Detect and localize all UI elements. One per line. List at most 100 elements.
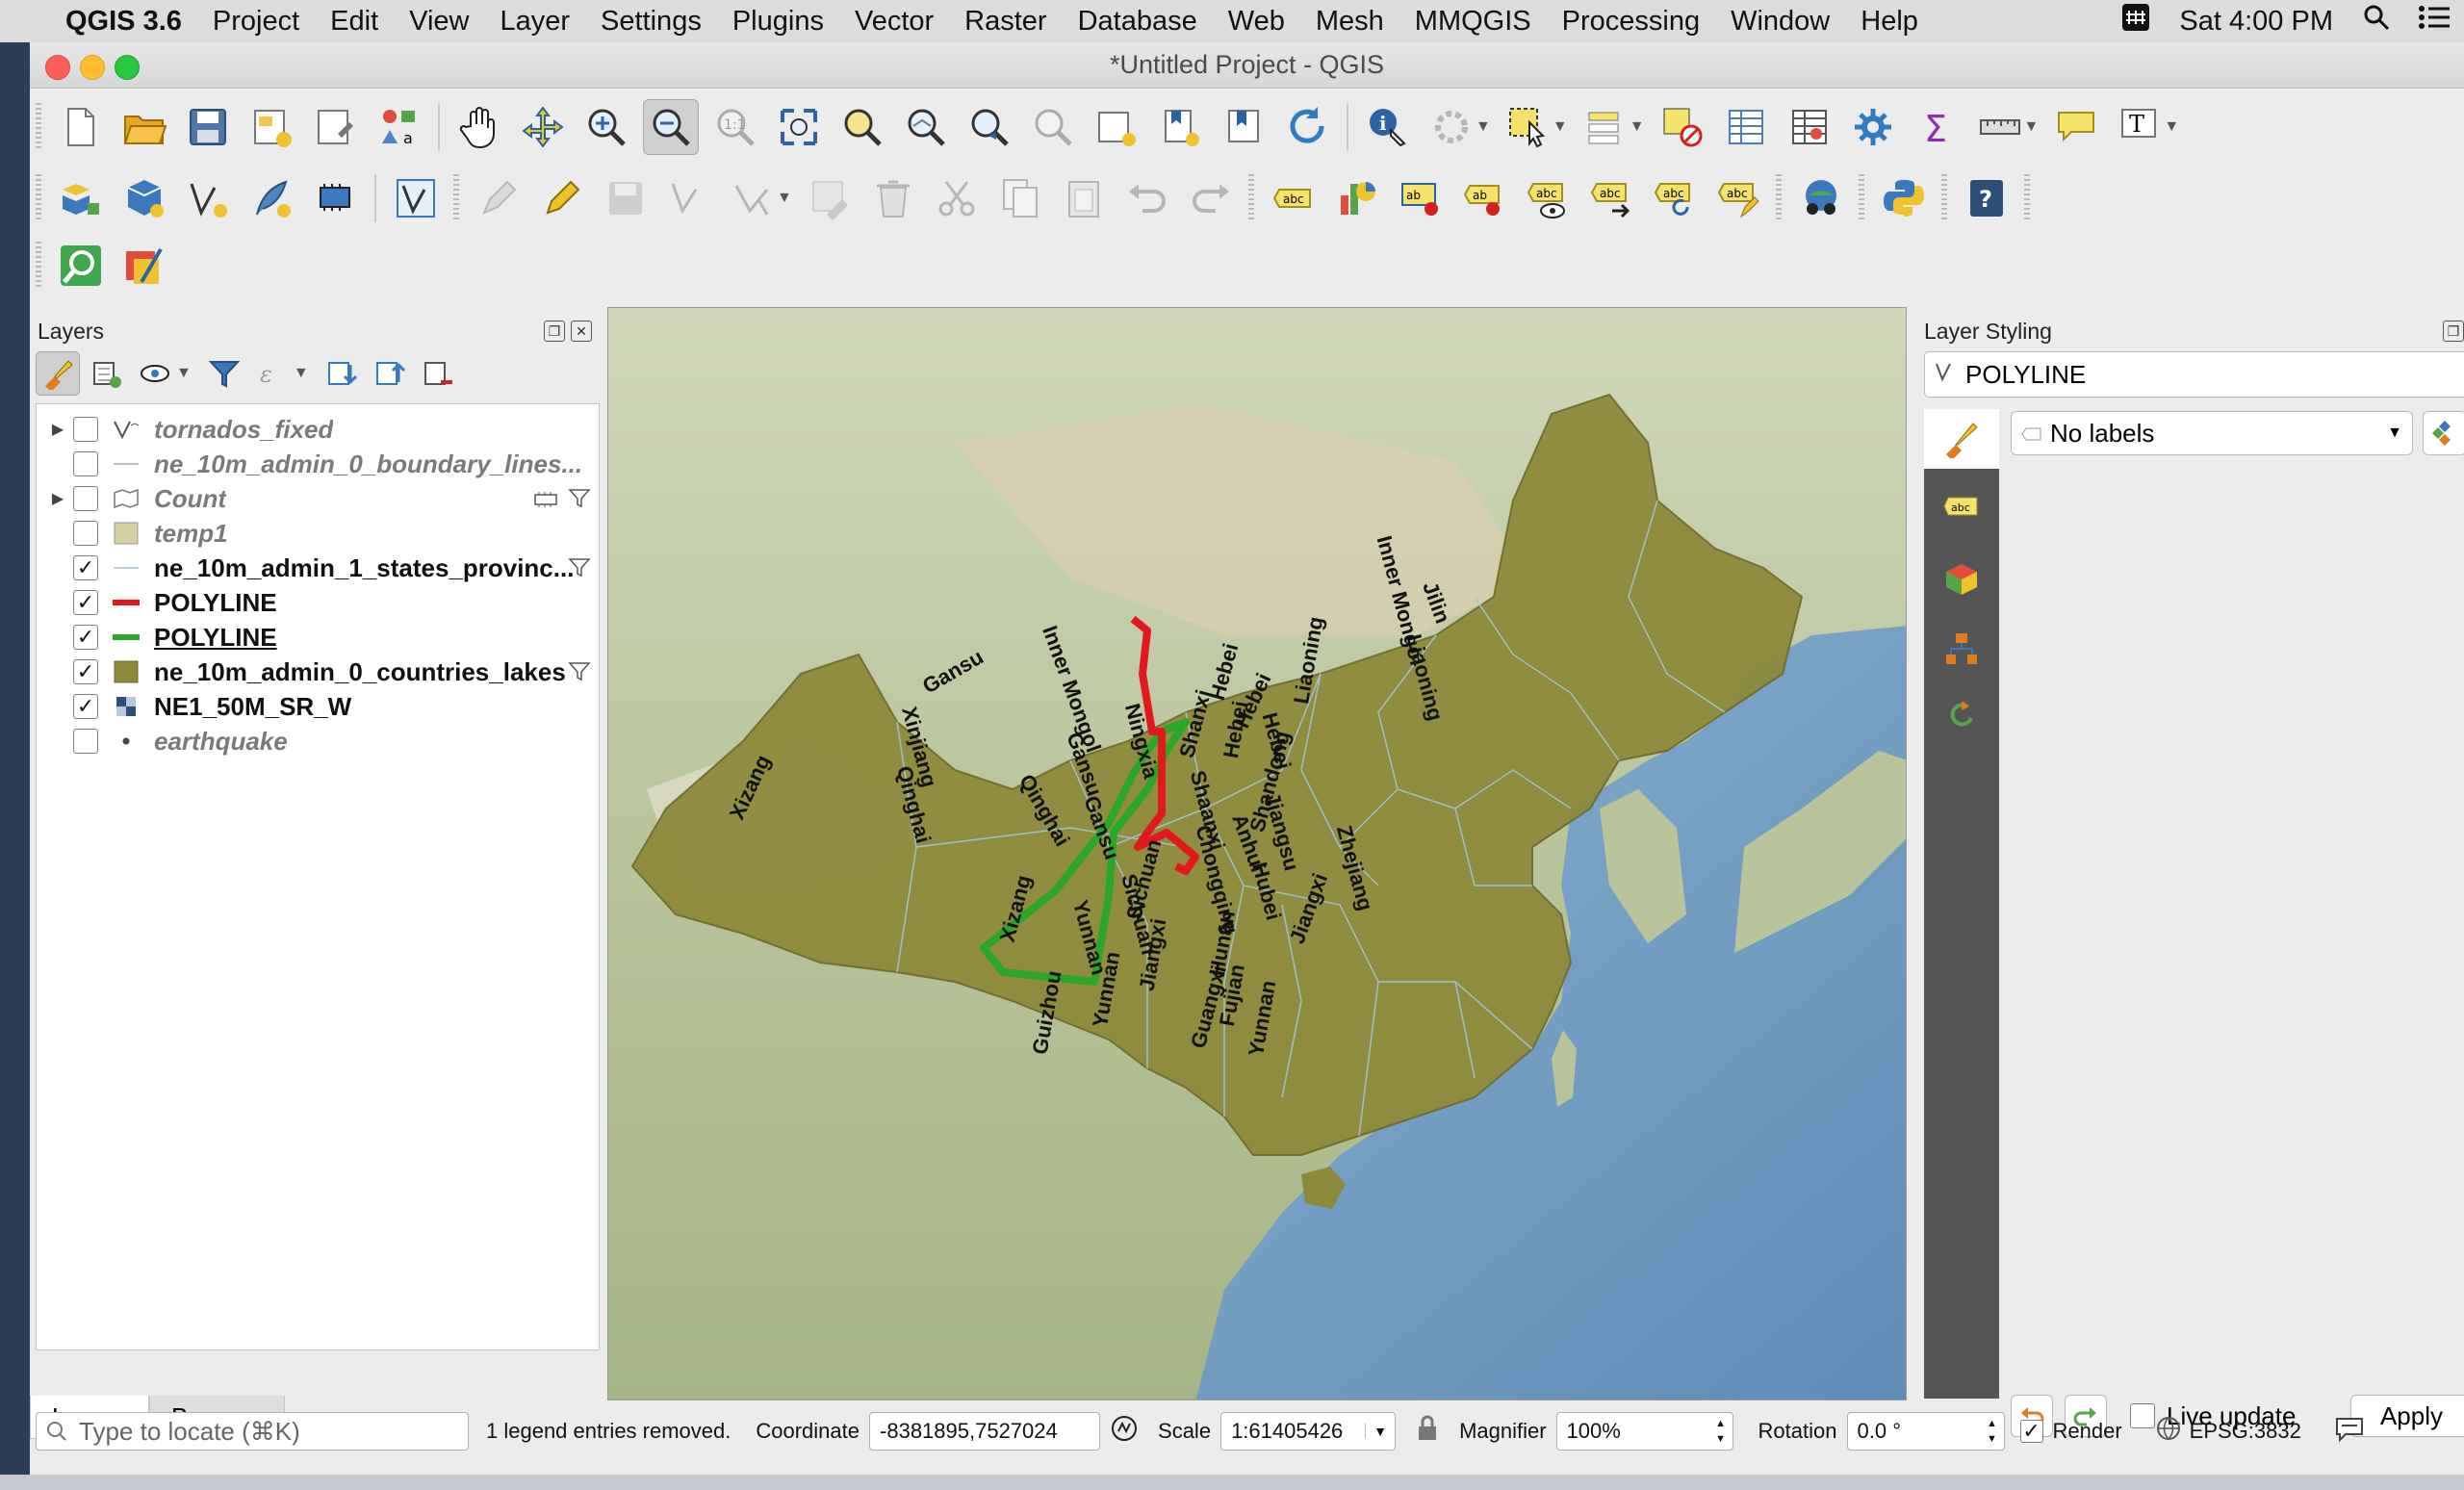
save-project-icon[interactable]	[181, 100, 235, 154]
menu-app-name[interactable]: QGIS 3.6	[50, 6, 197, 38]
zoom-to-coordinate-icon[interactable]	[54, 239, 108, 293]
zoom-in-icon[interactable]	[579, 100, 633, 154]
toolbar-grip[interactable]	[36, 103, 41, 151]
zoom-full-icon[interactable]	[772, 100, 826, 154]
copy-features-icon[interactable]	[993, 171, 1047, 225]
menu-database[interactable]: Database	[1063, 6, 1213, 38]
pin-unpin-labels-icon[interactable]: ab	[1457, 171, 1511, 225]
show-hide-labels-icon[interactable]: abc	[1521, 171, 1575, 225]
menu-edit[interactable]: Edit	[315, 6, 394, 38]
new-virtual-layer-icon[interactable]	[389, 171, 443, 225]
open-layer-styling-icon[interactable]	[36, 351, 80, 396]
layer-visibility-checkbox[interactable]: ✓	[73, 555, 98, 580]
toolbar-grip[interactable]	[36, 242, 41, 290]
refresh-icon[interactable]	[1280, 100, 1334, 154]
select-features-icon[interactable]	[1502, 100, 1555, 154]
text-annotation-icon[interactable]: T	[2113, 100, 2167, 154]
pan-map-icon[interactable]	[452, 100, 506, 154]
show-bookmarks-icon[interactable]	[1217, 100, 1270, 154]
help-contents-icon[interactable]: ?	[1960, 171, 2014, 225]
new-bookmark-icon[interactable]	[1153, 100, 1207, 154]
menu-vector[interactable]: Vector	[839, 6, 949, 38]
open-project-icon[interactable]	[117, 100, 171, 154]
messages-icon[interactable]	[2334, 1415, 2365, 1448]
toolbar-grip[interactable]	[1858, 174, 1864, 222]
layer-visibility-checkbox[interactable]: ✓	[73, 625, 98, 650]
input-method-icon[interactable]	[2108, 3, 2164, 39]
layer-visibility-checkbox[interactable]: ✓	[73, 659, 98, 684]
spinbox-arrows-icon[interactable]: ▲ ▼	[1709, 1416, 1732, 1447]
coordinate-field[interactable]: -8381895,7527024	[869, 1412, 1101, 1451]
expand-arrow-icon[interactable]: ▶	[46, 489, 69, 508]
filter-indicator-icon[interactable]	[568, 660, 591, 690]
float-panel-icon[interactable]: ❐	[544, 321, 565, 342]
close-panel-icon[interactable]: ✕	[571, 321, 592, 342]
layer-row-admin0-boundary[interactable]: ne_10m_admin_0_boundary_lines...	[37, 447, 599, 481]
filter-by-expression-icon[interactable]: ε	[251, 352, 294, 395]
scale-combo[interactable]: 1:61405426 ▼	[1220, 1412, 1397, 1451]
pan-to-selection-icon[interactable]	[516, 100, 570, 154]
filter-legend-icon[interactable]	[203, 352, 245, 395]
layer-row-polyline-red[interactable]: ✓ POLYLINE	[37, 585, 599, 620]
zoom-to-selection-icon[interactable]	[835, 100, 889, 154]
3d-view-tab-icon[interactable]	[1928, 550, 1995, 609]
new-shapefile-layer-icon[interactable]	[181, 171, 235, 225]
menu-plugins[interactable]: Plugins	[717, 6, 839, 38]
new-map-view-icon[interactable]	[1090, 100, 1143, 154]
toolbar-grip[interactable]	[36, 174, 41, 222]
magnifier-spinbox[interactable]: 100% ▲ ▼	[1555, 1412, 1733, 1451]
map-canvas[interactable]: Xizang Xinjiang Qinghai Gansu Inner Mongol Ga…	[607, 307, 1907, 1400]
menu-mesh[interactable]: Mesh	[1300, 6, 1399, 38]
locator-search-input[interactable]: Type to locate (⌘K)	[36, 1412, 469, 1451]
change-label-icon[interactable]: abc	[1711, 171, 1765, 225]
vertex-tool-icon[interactable]	[726, 171, 780, 225]
deselect-all-icon[interactable]	[1656, 100, 1709, 154]
menubar-clock[interactable]: Sat 4:00 PM	[2164, 6, 2348, 38]
history-tab-icon[interactable]	[1928, 684, 1995, 744]
layer-selector[interactable]: POLYLINE	[1924, 351, 2464, 398]
layer-visibility-checkbox[interactable]	[73, 451, 98, 476]
spotlight-search-icon[interactable]	[2348, 3, 2404, 39]
toggle-editing-icon[interactable]	[535, 171, 589, 225]
chevron-down-icon[interactable]: ▼	[2164, 118, 2179, 136]
zoom-to-layer-icon[interactable]	[899, 100, 953, 154]
new-print-layout-icon[interactable]	[244, 100, 298, 154]
save-layer-edits-icon[interactable]	[599, 171, 653, 225]
labels-mode-dropdown[interactable]: No labels ▼	[2011, 411, 2413, 455]
menu-view[interactable]: View	[394, 6, 484, 38]
attribute-table-icon[interactable]	[1719, 100, 1773, 154]
expand-all-icon[interactable]	[321, 352, 363, 395]
expression-settings-icon[interactable]	[2423, 411, 2464, 455]
chevron-down-icon[interactable]: ▼	[176, 365, 192, 382]
rendering-tab-icon[interactable]	[1928, 619, 1995, 679]
labels-tab-icon[interactable]: abc	[1928, 476, 1995, 536]
manage-map-themes-icon[interactable]	[134, 352, 176, 395]
collapse-all-icon[interactable]	[369, 352, 411, 395]
paste-features-icon[interactable]	[1057, 171, 1111, 225]
spinbox-arrows-icon[interactable]: ▲ ▼	[1981, 1416, 2004, 1447]
layer-visibility-checkbox[interactable]	[73, 729, 98, 754]
run-feature-action-icon[interactable]	[1424, 100, 1478, 154]
new-spatialite-layer-icon[interactable]	[244, 171, 298, 225]
crs-label[interactable]: EPSG:3832	[2190, 1419, 2301, 1444]
layer-row-polyline-green[interactable]: ✓ POLYLINE	[37, 620, 599, 655]
render-checkbox[interactable]: ✓	[2019, 1420, 2043, 1443]
python-console-icon[interactable]	[1877, 171, 1931, 225]
menu-mmqgis[interactable]: MMQGIS	[1399, 6, 1547, 38]
rotation-spinbox[interactable]: 0.0 ° ▲ ▼	[1846, 1412, 2005, 1451]
float-panel-icon[interactable]: ❐	[2443, 321, 2464, 342]
layer-visibility-checkbox[interactable]	[73, 417, 98, 442]
layout-manager-icon[interactable]	[308, 100, 362, 154]
toolbox-icon[interactable]	[1846, 100, 1900, 154]
memory-layer-indicator-icon[interactable]	[533, 487, 558, 517]
layer-row-tornados-fixed[interactable]: ▶ tornados_fixed	[37, 412, 599, 447]
menu-settings[interactable]: Settings	[585, 6, 717, 38]
crs-globe-icon[interactable]	[2155, 1415, 2182, 1448]
menu-project[interactable]: Project	[197, 6, 315, 38]
layer-visibility-checkbox[interactable]: ✓	[73, 590, 98, 615]
zoom-out-icon[interactable]	[643, 99, 699, 155]
mmqgis-plugin-icon[interactable]	[117, 239, 171, 293]
sentinel-plugin-icon[interactable]	[1794, 171, 1848, 225]
undo-icon[interactable]	[1120, 171, 1174, 225]
lock-scale-icon[interactable]	[1417, 1415, 1438, 1448]
